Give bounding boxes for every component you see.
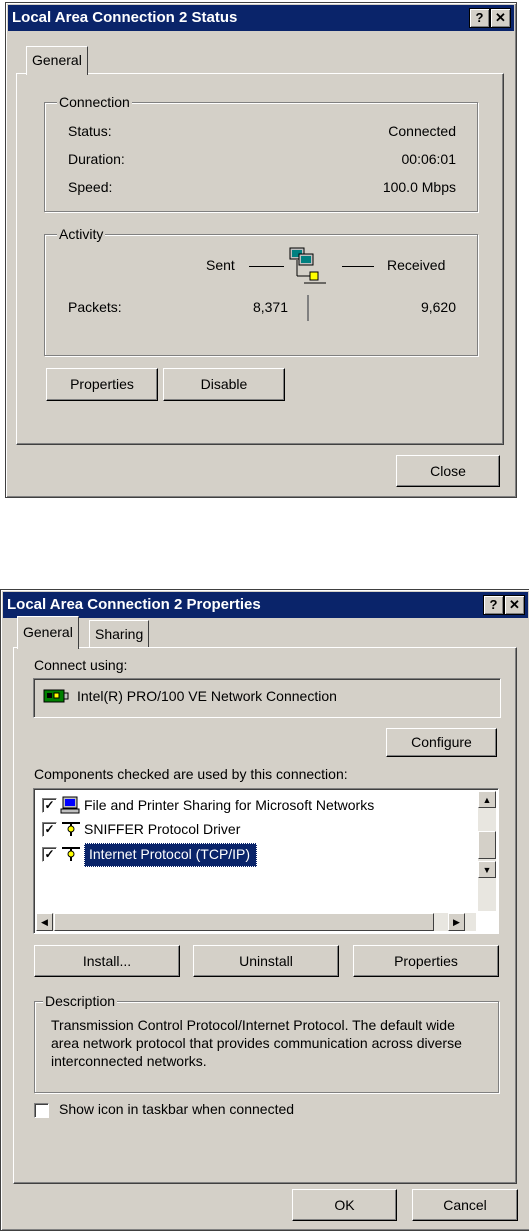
components-list[interactable]: ✓ File and Printer Sharing for Microsoft… [33,788,499,934]
close-window-button[interactable]: ✕ [490,8,511,28]
duration-label: Duration: [68,151,125,167]
description-legend: Description [43,993,118,1009]
status-window: Local Area Connection 2 Status ? ✕ Gener… [5,2,517,498]
status-label: Status: [68,123,112,139]
packets-label: Packets: [68,299,122,315]
list-item[interactable]: ✓ File and Printer Sharing for Microsoft… [40,795,460,815]
scroll-thumb[interactable] [478,831,496,859]
component-checkbox[interactable]: ✓ [42,847,57,862]
ok-button[interactable]: OK [292,1189,397,1221]
scroll-down-button[interactable]: ▼ [478,861,496,878]
close-button[interactable]: Close [396,455,500,487]
list-item[interactable]: ✓ SNIFFER Protocol Driver [40,819,460,839]
install-button[interactable]: Install... [34,945,180,977]
component-checkbox[interactable]: ✓ [42,822,57,837]
component-label-selected: Internet Protocol (TCP/IP) [84,843,258,867]
duration-value: 00:06:01 [401,151,457,167]
scroll-up-button[interactable]: ▲ [478,791,496,808]
connect-using-label: Connect using: [34,657,128,673]
tab-general[interactable]: General [26,46,88,75]
show-icon-checkbox[interactable] [34,1103,49,1118]
component-label: File and Printer Sharing for Microsoft N… [84,797,375,813]
tab-sharing[interactable]: Sharing [89,620,150,647]
activity-group [44,234,478,356]
packets-received-value: 9,620 [420,299,456,315]
sent-label: Sent [206,257,235,273]
close-window-button[interactable]: ✕ [504,595,525,615]
activity-legend: Activity [57,226,106,242]
status-title-bar[interactable]: Local Area Connection 2 Status ? ✕ [8,5,514,31]
disable-button[interactable]: Disable [163,368,285,401]
list-item[interactable]: ✓ Internet Protocol (TCP/IP) [40,843,460,867]
network-share-icon [60,795,82,818]
adapter-name: Intel(R) PRO/100 VE Network Connection [77,688,337,704]
cancel-button[interactable]: Cancel [412,1189,518,1221]
hscroll-thumb[interactable] [54,913,434,931]
horizontal-scrollbar[interactable]: ◀ ▶ [36,913,476,931]
help-button[interactable]: ? [483,595,504,615]
status-value: Connected [388,123,456,139]
speed-label: Speed: [68,179,113,195]
component-label: SNIFFER Protocol Driver [84,821,241,837]
network-activity-icon [288,246,332,293]
network-card-icon [43,688,69,707]
packets-sent-value: 8,371 [252,299,288,315]
show-icon-label[interactable]: Show icon in taskbar when connected [59,1101,294,1118]
sent-line [249,266,284,267]
scroll-left-button[interactable]: ◀ [36,913,53,931]
components-label: Components checked are used by this conn… [34,766,348,782]
vertical-scrollbar[interactable]: ▲ ▼ [478,791,496,911]
received-line [342,266,374,267]
properties-window-title: Local Area Connection 2 Properties [7,596,261,613]
connection-legend: Connection [57,94,132,110]
configure-button[interactable]: Configure [386,728,497,757]
properties-window: Local Area Connection 2 Properties ? ✕ G… [0,589,529,1231]
status-window-title: Local Area Connection 2 Status [12,9,238,26]
properties-title-bar[interactable]: Local Area Connection 2 Properties ? ✕ [3,592,528,618]
tab-general[interactable]: General [17,616,79,649]
uninstall-button[interactable]: Uninstall [193,945,339,977]
description-text: Transmission Control Protocol/Internet P… [51,1017,462,1069]
properties-button[interactable]: Properties [46,368,158,401]
received-label: Received [387,257,446,273]
protocol-icon [60,820,82,841]
component-checkbox[interactable]: ✓ [42,798,57,813]
speed-value: 100.0 Mbps [382,179,456,195]
packets-divider [307,295,309,321]
protocol-icon [60,845,82,866]
component-properties-button[interactable]: Properties [353,945,499,977]
help-button[interactable]: ? [469,8,490,28]
scroll-right-button[interactable]: ▶ [448,913,465,931]
